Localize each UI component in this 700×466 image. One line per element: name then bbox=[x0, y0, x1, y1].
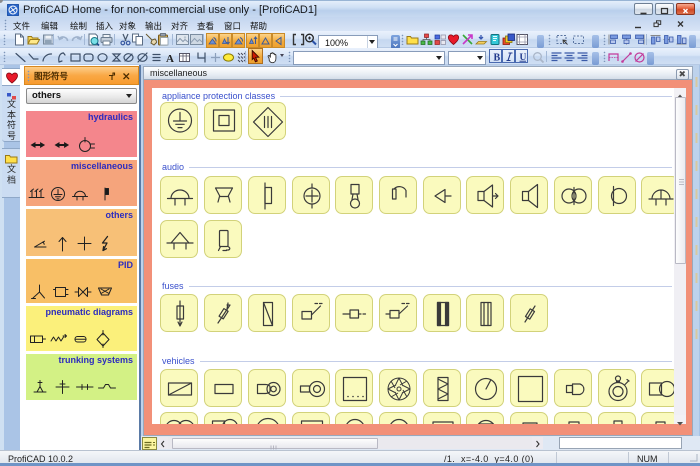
svg-text:A: A bbox=[166, 53, 174, 64]
svg-text:B: B bbox=[494, 53, 501, 64]
